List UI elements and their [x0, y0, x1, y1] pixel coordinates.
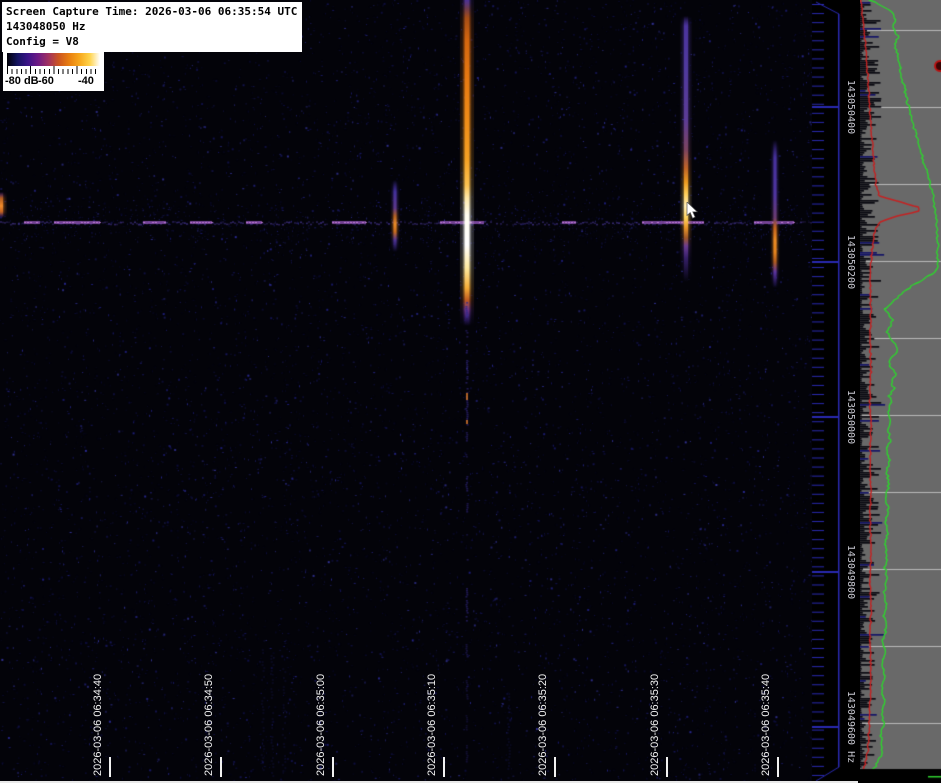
app-window: Screen Capture Time: 2026-03-06 06:35:54…	[0, 0, 941, 783]
frequency-axis-label: 143050000	[845, 390, 856, 444]
db-label-40: -40	[78, 75, 94, 87]
db-label-80: -80 dB	[5, 75, 39, 87]
time-axis-label: 2026-03-06 06:35:20	[537, 674, 549, 776]
time-axis-label: 2026-03-06 06:34:40	[92, 674, 104, 776]
spectrogram-waterfall[interactable]	[0, 0, 812, 783]
color-scale-labels: -80 dB -60 -40	[3, 75, 104, 89]
db-label-60: -60	[38, 75, 54, 87]
time-axis-tick	[109, 757, 111, 777]
time-axis-tick	[332, 757, 334, 777]
frequency-axis-label: 143050200	[845, 235, 856, 289]
time-axis-tick	[666, 757, 668, 777]
time-axis-tick	[554, 757, 556, 777]
time-axis-label: 2026-03-06 06:35:10	[426, 674, 438, 776]
time-axis-label: 2026-03-06 06:35:30	[649, 674, 661, 776]
capture-info-box: Screen Capture Time: 2026-03-06 06:35:54…	[2, 2, 302, 52]
time-axis-tick	[220, 757, 222, 777]
frequency-axis-label: 143049800	[845, 545, 856, 599]
spectrum-panel	[860, 0, 941, 783]
time-axis-label: 2026-03-06 06:35:00	[315, 674, 327, 776]
time-axis-label: 2026-03-06 06:35:40	[760, 674, 772, 776]
color-scale-legend: -80 dB -60 -40	[3, 51, 104, 91]
color-scale-gradient	[7, 53, 100, 66]
time-axis-label: 2026-03-06 06:34:50	[203, 674, 215, 776]
mouse-cursor-icon	[686, 202, 700, 220]
color-scale-ticks	[7, 66, 100, 74]
capture-time-text: Screen Capture Time: 2026-03-06 06:35:54…	[6, 4, 297, 19]
capture-config-text: Config = V8	[6, 34, 297, 49]
capture-frequency-text: 143048050 Hz	[6, 19, 297, 34]
time-axis-tick	[443, 757, 445, 777]
frequency-axis-label: 143049600 Hz	[845, 691, 856, 763]
frequency-axis-label: 143050400	[845, 80, 856, 134]
time-axis-tick	[777, 757, 779, 777]
